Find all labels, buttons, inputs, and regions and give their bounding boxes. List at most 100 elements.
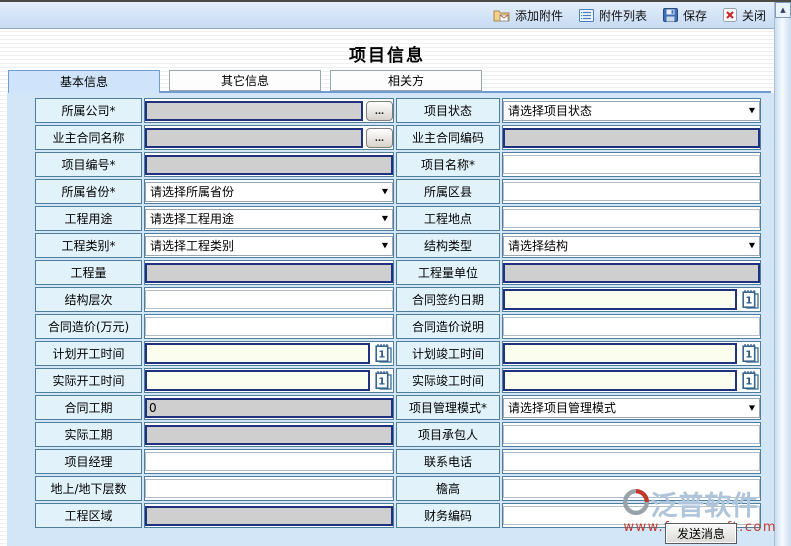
contract-price-note-cell [502,314,761,339]
contract-duration-label: 合同工期 [35,395,142,420]
floors-input[interactable] [145,479,393,498]
quantity-unit-input [503,263,760,283]
contractor-input[interactable] [503,425,760,444]
management-mode-select-value: 请选择项目管理模式 [508,399,616,416]
project-status-select[interactable]: 请选择项目状态▼ [503,101,760,121]
company-lookup-button[interactable]: ... [366,101,393,121]
calendar-icon[interactable]: 1 [740,343,760,365]
form-row: 合同工期0项目管理模式*请选择项目管理模式▼ [35,395,761,420]
district-field [503,182,760,201]
planned-start-date-field: 1 [145,343,393,365]
structure-type-label: 结构类型 [396,233,500,258]
contractor-cell [502,422,761,447]
quantity-input [145,263,393,283]
tab-related-parties[interactable]: 相关方 [330,70,482,91]
management-mode-field: 请选择项目管理模式 ▼ [503,398,760,418]
structure-type-select[interactable]: 请选择结构▼ [503,236,760,256]
province-field: 请选择所属省份▼ [145,182,393,202]
planned-start-date-label: 计划开工时间 [35,341,142,366]
form-row: 计划开工时间1计划竣工时间1 [35,341,761,366]
tab-other-info[interactable]: 其它信息 [169,70,321,91]
contract-price-label: 合同造价(万元) [35,314,142,339]
calendar-icon[interactable]: 1 [740,370,760,392]
planned-start-date-input[interactable] [145,343,370,364]
project-status-label: 项目状态 [396,98,500,123]
project-name-input[interactable] [503,155,760,174]
add-attachment-icon [493,8,510,22]
contract-sign-date-input[interactable] [503,289,737,310]
contract-price-input[interactable] [145,317,393,336]
close-button[interactable]: 关闭 [723,7,766,24]
project-manager-label: 项目经理 [35,449,142,474]
structure-levels-label: 结构层次 [35,287,142,312]
company-input [145,101,363,121]
actual-start-date-input[interactable] [145,370,370,391]
project-category-label: 工程类别* [35,233,142,258]
actual-finish-date-input[interactable] [503,370,737,391]
project-category-select[interactable]: 请选择工程类别▼ [145,236,393,256]
actual-duration-field [145,425,393,445]
contact-phone-cell [502,449,761,474]
owner-contract-code-input [503,128,760,148]
project-region-field [145,506,393,526]
province-select[interactable]: 请选择所属省份▼ [145,182,393,202]
project-use-select[interactable]: 请选择工程用途▼ [145,209,393,229]
structure-levels-field [145,290,393,309]
finance-code-label: 财务编码 [396,503,500,528]
actual-finish-date-label: 实际竣工时间 [396,368,500,393]
quantity-unit-label: 工程量单位 [396,260,500,285]
toolbar: 添加附件 附件列表 [0,2,774,29]
dropdown-arrow-icon: ▼ [749,403,755,411]
contractor-label: 项目承包人 [396,422,500,447]
attachment-list-icon [579,9,594,22]
contract-sign-date-cell: 1 [502,287,761,312]
planned-finish-date-cell: 1 [502,341,761,366]
owner-contract-name-lookup-button[interactable]: ... [366,128,393,148]
svg-text:1: 1 [378,377,385,388]
contact-phone-input[interactable] [503,452,760,471]
calendar-icon[interactable]: 1 [740,289,760,311]
tab-basic-info[interactable]: 基本信息 [8,70,160,93]
structure-levels-cell [144,287,394,312]
project-location-label: 工程地点 [396,206,500,231]
save-button[interactable]: 保存 [663,7,707,24]
owner-contract-code-cell [502,125,761,150]
form-row: 项目编号*项目名称* [35,152,761,177]
actual-duration-label: 实际工期 [35,422,142,447]
owner-contract-name-cell: ... [144,125,394,150]
svg-text:1: 1 [745,296,752,307]
save-icon [663,8,678,22]
project-manager-cell [144,449,394,474]
calendar-icon[interactable]: 1 [373,370,393,392]
add-attachment-button[interactable]: 添加附件 [493,7,563,24]
send-message-button[interactable]: 发送消息 [665,523,737,544]
planned-finish-date-input[interactable] [503,343,737,364]
project-location-input[interactable] [503,209,760,228]
planned-start-date-cell: 1 [144,341,394,366]
form-row: 结构层次 合同签约日期 1 [35,287,761,312]
project-code-field [145,155,393,175]
form-row: 合同造价(万元)合同造价说明 [35,314,761,339]
dropdown-arrow-icon: ▼ [382,241,388,249]
owner-contract-name-field: ... [145,128,393,148]
tab-bar: 基本信息 其它信息 相关方 [8,70,482,93]
calendar-icon[interactable]: 1 [373,343,393,365]
contract-duration-field: 0 [145,398,393,418]
project-use-select-value: 请选择工程用途 [150,210,234,227]
form-row: 所属公司*...项目状态请选择项目状态▼ [35,98,761,123]
structure-levels-input[interactable] [145,290,393,309]
quantity-field [145,263,393,283]
add-attachment-label: 添加附件 [515,7,563,24]
contract-duration-input: 0 [145,398,393,418]
contract-sign-date-label: 合同签约日期 [396,287,500,312]
contract-price-note-input[interactable] [503,317,760,336]
project-manager-input[interactable] [145,452,393,471]
scroll-up-button[interactable]: ▲ [775,2,791,18]
close-label: 关闭 [742,7,766,24]
vertical-scrollbar[interactable]: ▲ [774,2,791,546]
district-input[interactable] [503,182,760,201]
management-mode-select[interactable]: 请选择项目管理模式 ▼ [503,398,760,418]
attachment-list-button[interactable]: 附件列表 [579,7,647,24]
project-code-cell [144,152,394,177]
scroll-up-arrow-icon: ▲ [780,6,785,14]
